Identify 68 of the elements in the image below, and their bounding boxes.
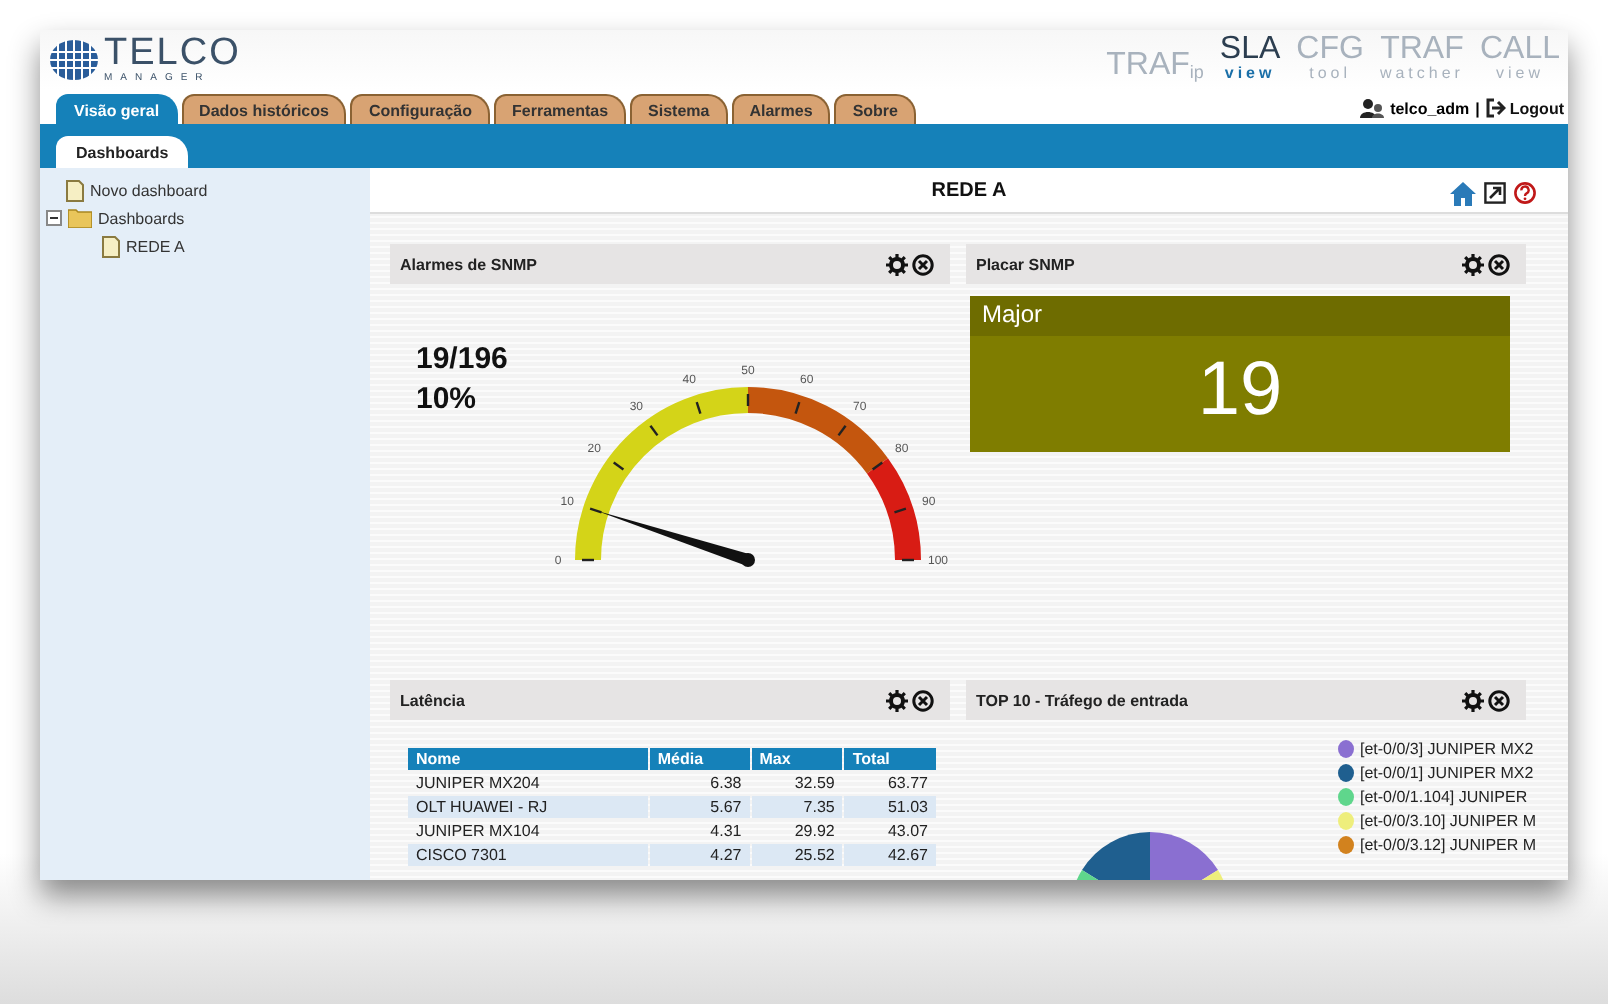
column-header: Nome [408,748,648,770]
sign-out-icon [1485,98,1506,118]
widget-title: Latência [400,691,465,709]
tree-item[interactable]: Novo dashboard [90,181,208,199]
widget-title: Alarmes de SNMP [400,255,537,273]
table-cell: 7.35 [751,796,843,818]
nav-tab[interactable]: Sistema [630,94,728,124]
table-cell: 42.67 [844,844,936,866]
severity-label: Major [970,296,1510,336]
document-icon [66,179,84,201]
collapse-icon[interactable] [46,210,62,226]
widget-title: Placar SNMP [976,255,1075,273]
nav-tab[interactable]: Dados históricos [181,94,347,124]
column-header: Total [844,748,936,770]
table-cell: CISCO 7301 [408,844,648,866]
alarm-count: 19/196 [416,340,510,380]
table-cell-text: 29.92 [792,820,837,842]
product-link[interactable]: SLA view [1219,34,1281,82]
folder-icon [68,208,92,228]
document-icon [102,235,120,257]
separator-text: | [1475,99,1480,117]
settings-icon[interactable] [886,253,908,275]
column-header: Média [649,748,750,770]
help-icon[interactable] [1514,182,1536,204]
close-icon[interactable] [1488,253,1510,275]
table-cell: 51.03 [844,796,936,818]
nav-tab[interactable]: Alarmes [731,94,831,124]
settings-icon[interactable] [1462,253,1484,275]
tree-item[interactable]: Dashboards [98,209,185,227]
widget-title: TOP 10 - Tráfego de entrada [976,691,1188,709]
table-cell-text: 6.38 [708,772,744,794]
logo-title: TELCO [104,36,241,72]
nav-tab[interactable]: Ferramentas [494,94,627,124]
users-icon [1360,98,1385,118]
sub-tab[interactable]: Dashboards [56,136,189,168]
legend-label: [et-0/0/3.10] JUNIPER M [1360,811,1537,829]
settings-icon[interactable] [886,689,908,711]
legend-label: [et-0/0/3] JUNIPER MX2 [1360,739,1534,757]
legend-label: [et-0/0/1] JUNIPER MX2 [1360,763,1534,781]
settings-icon[interactable] [1462,689,1484,711]
legend-label: [et-0/0/3.12] JUNIPER M [1360,835,1537,853]
nav-tab[interactable]: Configuração [350,94,491,124]
page-title: REDE A [931,179,1007,201]
logout-link[interactable]: Logout [1485,98,1564,118]
table-cell: 4.27 [649,844,750,866]
nav-tab[interactable]: Sobre [834,94,916,124]
table-cell-text: 32.59 [792,772,837,794]
close-icon[interactable] [1488,689,1510,711]
globe-grid-icon [48,38,100,82]
table-cell-text: JUNIPER MX204 [414,772,542,794]
table-cell: 5.67 [649,796,750,818]
close-icon[interactable] [912,253,934,275]
column-header: Max [751,748,843,770]
table-cell: OLT HUAWEI - RJ [408,796,648,818]
nav-tab[interactable]: Visão geral [56,94,178,124]
legend-label: [et-0/0/1.104] JUNIPER [1360,787,1528,805]
table-cell-text: 4.31 [708,820,744,842]
tree-item[interactable]: REDE A [126,237,185,255]
table-cell-text: 43.07 [885,820,930,842]
table-cell-text: JUNIPER MX104 [414,820,542,842]
external-link-icon[interactable] [1484,182,1506,204]
username: telco_adm [1390,99,1470,117]
home-icon[interactable] [1450,182,1476,206]
table-cell-text: 63.77 [885,772,930,794]
table-cell: 25.52 [751,844,843,866]
score-value: 19 [1195,346,1285,436]
close-icon[interactable] [912,689,934,711]
alarm-percent: 10% [416,380,479,420]
